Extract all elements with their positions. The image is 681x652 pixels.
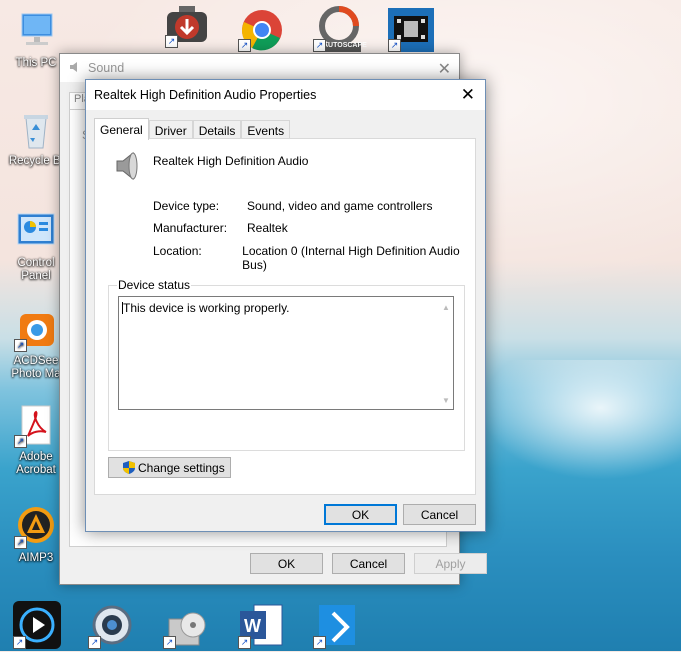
desktop-icon-downloader[interactable]: ↗ bbox=[165, 4, 209, 48]
desktop-icon-chrome[interactable]: ↗ bbox=[238, 8, 282, 52]
recycle-bin-icon bbox=[14, 108, 58, 152]
tab-events[interactable]: Events bbox=[241, 120, 291, 140]
sound-apply-button[interactable]: Apply bbox=[414, 553, 487, 574]
desktop-icon-recycle-bin[interactable]: Recycle Bi bbox=[5, 108, 67, 168]
shortcut-arrow-icon: ↗ bbox=[88, 636, 101, 649]
sound-title-bar: Sound bbox=[60, 54, 459, 82]
desktop-icon-autoscape[interactable]: AUTOSCAPE ↗ bbox=[313, 6, 367, 52]
sound-cancel-button[interactable]: Cancel bbox=[332, 553, 405, 574]
dialog-close-button[interactable]: ✕ bbox=[461, 85, 475, 105]
device-status-text: This device is working properly. bbox=[123, 301, 290, 315]
sound-button-row: OK Cancel Apply bbox=[250, 553, 487, 574]
dialog-button-row: OK Cancel bbox=[324, 504, 476, 525]
change-settings-button[interactable]: Change settings bbox=[108, 457, 231, 478]
desktop-icon-label: Control Panel bbox=[17, 257, 55, 282]
acdsee-icon: ↗ bbox=[14, 308, 58, 352]
info-key: Manufacturer: bbox=[153, 221, 228, 235]
wallpaper-wave-foam bbox=[480, 360, 681, 480]
shortcut-arrow-icon: ↗ bbox=[313, 636, 326, 649]
desktop-icon-aimp3[interactable]: ↗ AIMP3 bbox=[5, 505, 67, 565]
info-key: Location: bbox=[153, 244, 202, 258]
control-panel-icon bbox=[14, 210, 58, 254]
desktop-icon-control-panel[interactable]: Control Panel bbox=[5, 210, 67, 283]
shortcut-arrow-icon: ↗ bbox=[313, 39, 326, 52]
dialog-ok-button[interactable]: OK bbox=[324, 504, 397, 525]
desktop-icon-label: ACDSee Photo Ma bbox=[11, 355, 61, 380]
desktop-icon-label: Recycle Bi bbox=[8, 155, 64, 167]
scroll-down-icon[interactable]: ▼ bbox=[442, 396, 450, 405]
info-row-manufacturer: Manufacturer: Realtek bbox=[153, 221, 288, 235]
desktop-icon-blue-app[interactable]: ↗ bbox=[313, 601, 361, 649]
device-name: Realtek High Definition Audio bbox=[153, 154, 309, 168]
desktop-icon-media-player[interactable]: ↗ bbox=[13, 601, 61, 649]
dialog-tab-strip: General Driver Details Events bbox=[94, 118, 291, 140]
scroll-up-icon[interactable]: ▲ bbox=[442, 303, 450, 312]
status-scrollbar[interactable]: ▲ ▼ bbox=[438, 297, 453, 409]
autoscape-label: AUTOSCAPE bbox=[323, 42, 367, 49]
device-status-label: Device status bbox=[117, 278, 192, 292]
desktop-icon-acdsee[interactable]: ↗ ACDSee Photo Ma bbox=[5, 308, 67, 381]
desktop-icon-video-editor[interactable]: ↗ bbox=[388, 8, 434, 52]
shortcut-arrow-icon: ↗ bbox=[14, 536, 27, 549]
desktop-icon-webcam[interactable]: ↗ bbox=[88, 601, 136, 649]
info-value: Sound, video and game controllers bbox=[247, 199, 433, 213]
shortcut-arrow-icon: ↗ bbox=[14, 435, 27, 448]
computer-icon bbox=[14, 10, 58, 54]
dialog-cancel-button[interactable]: Cancel bbox=[403, 504, 476, 525]
general-tab-panel: Realtek High Definition Audio Device typ… bbox=[94, 138, 476, 495]
desktop-icon-word[interactable]: W ↗ bbox=[238, 601, 286, 649]
shortcut-arrow-icon: ↗ bbox=[163, 636, 176, 649]
tab-driver[interactable]: Driver bbox=[148, 120, 193, 140]
speaker-small-icon bbox=[68, 60, 82, 77]
sound-window-title: Sound bbox=[88, 61, 125, 75]
info-value: Realtek bbox=[247, 221, 288, 235]
tab-general[interactable]: General bbox=[94, 118, 149, 140]
info-row-device-type: Device type: Sound, video and game contr… bbox=[153, 199, 432, 213]
svg-text:W: W bbox=[244, 616, 261, 636]
info-key: Device type: bbox=[153, 199, 220, 213]
device-status-textbox[interactable]: This device is working properly. ▲ ▼ bbox=[118, 296, 454, 410]
desktop-icon-adobe-acrobat[interactable]: ↗ Adobe Acrobat bbox=[5, 404, 67, 477]
info-row-location: Location: Location 0 (Internal High Defi… bbox=[153, 244, 475, 272]
tab-details[interactable]: Details bbox=[192, 120, 242, 140]
aimp-icon: ↗ bbox=[14, 505, 58, 549]
device-status-group: Device status This device is working pro… bbox=[108, 278, 465, 451]
uac-shield-icon bbox=[123, 461, 135, 474]
speaker-icon bbox=[113, 151, 139, 181]
shortcut-arrow-icon: ↗ bbox=[388, 39, 401, 52]
desktop-icon-label: AIMP3 bbox=[18, 552, 54, 564]
dialog-title: Realtek High Definition Audio Properties bbox=[94, 88, 317, 102]
shortcut-arrow-icon: ↗ bbox=[13, 636, 26, 649]
properties-dialog: Realtek High Definition Audio Properties… bbox=[85, 79, 486, 532]
desktop-icon-installer[interactable]: ↗ bbox=[163, 603, 211, 649]
shortcut-arrow-icon: ↗ bbox=[238, 39, 251, 52]
desktop-icon-label: This PC bbox=[15, 57, 57, 69]
change-settings-label: Change settings bbox=[138, 460, 225, 475]
shortcut-arrow-icon: ↗ bbox=[14, 339, 27, 352]
sound-ok-button[interactable]: OK bbox=[250, 553, 323, 574]
shortcut-arrow-icon: ↗ bbox=[238, 636, 251, 649]
info-value: Location 0 (Internal High Definition Aud… bbox=[242, 244, 460, 272]
sound-close-button[interactable]: ✕ bbox=[438, 59, 451, 79]
desktop-icon-this-pc[interactable]: This PC bbox=[5, 10, 67, 70]
dialog-title-bar: Realtek High Definition Audio Properties bbox=[86, 80, 485, 110]
shortcut-arrow-icon: ↗ bbox=[165, 35, 178, 48]
acrobat-icon: ↗ bbox=[14, 404, 58, 448]
desktop-icon-label: Adobe Acrobat bbox=[16, 451, 56, 476]
